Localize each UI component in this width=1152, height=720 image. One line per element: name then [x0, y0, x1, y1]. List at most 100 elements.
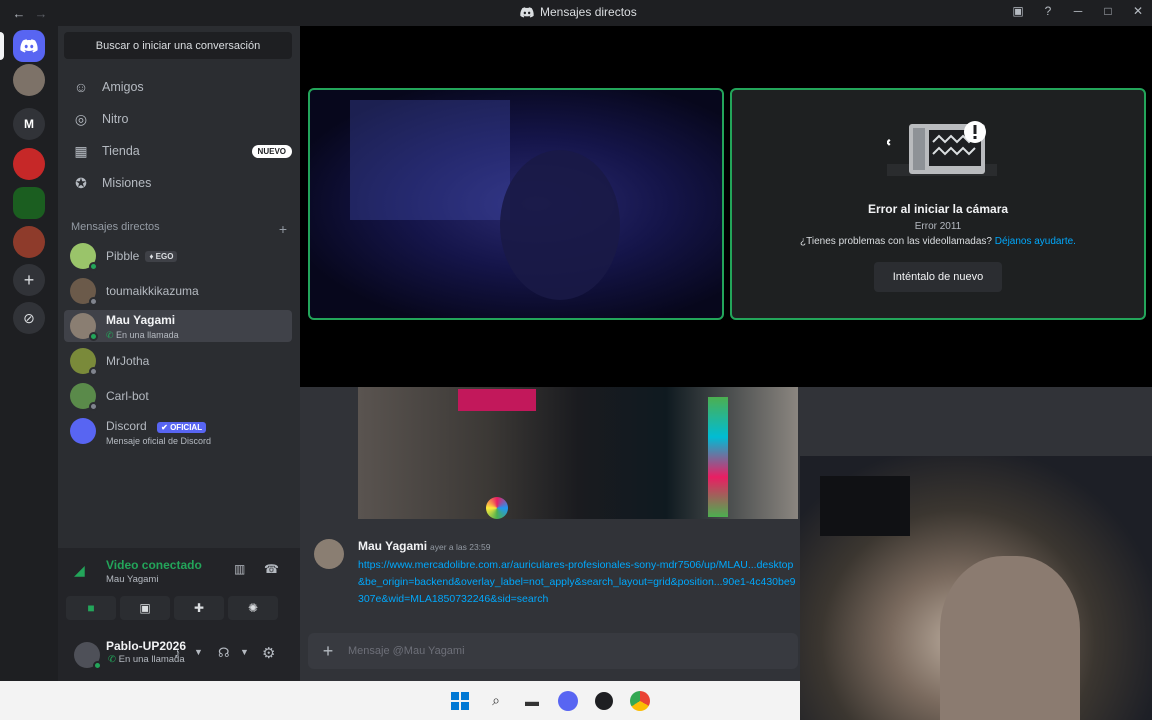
server-avatar[interactable]: [13, 64, 45, 96]
chevron-down-icon[interactable]: ▼: [240, 647, 249, 657]
history-nav: ← →: [0, 6, 48, 21]
webcam-microphone: [820, 476, 910, 536]
discord-icon: [520, 6, 534, 18]
forward-arrow-icon[interactable]: →: [34, 6, 48, 21]
window-title: Mensajes directos: [520, 5, 637, 19]
gear-icon[interactable]: ⚙: [262, 644, 275, 662]
discord-taskbar-icon[interactable]: [557, 690, 579, 712]
file-explorer-icon[interactable]: ▬: [521, 690, 543, 712]
search-input[interactable]: Buscar o iniciar una conversación: [64, 32, 292, 59]
shop-icon: ▦: [74, 142, 88, 159]
local-video-tile: ✖ Error al iniciar la cámara Error 2011 …: [730, 88, 1146, 320]
video-person: [500, 150, 620, 300]
server-game[interactable]: [13, 226, 45, 258]
official-tag: ✔ OFICIAL: [157, 421, 207, 433]
message-avatar[interactable]: [314, 539, 344, 569]
title-bar: ← → Mensajes directos ▣ ? ─ □ ✕: [0, 0, 1152, 26]
disconnect-icon[interactable]: ☎: [264, 562, 279, 576]
camera-error-icon: ✖: [887, 121, 997, 176]
app-taskbar-icon[interactable]: [593, 690, 615, 712]
add-dm-button[interactable]: +: [279, 221, 287, 237]
dm-item-toumaikkikazuma[interactable]: toumaikkikazuma: [64, 275, 292, 307]
discord-logo-icon: [20, 39, 38, 53]
chevron-down-icon[interactable]: ▼: [194, 647, 203, 657]
avatar: [70, 418, 96, 444]
monitor-image: [458, 389, 536, 411]
nav-nitro[interactable]: ◎ Nitro: [66, 104, 292, 134]
search-icon[interactable]: ⌕: [485, 690, 507, 712]
phone-icon: ✆: [106, 330, 117, 340]
message-timestamp: ayer a las 23:59: [430, 542, 491, 552]
webcam-person: [940, 556, 1080, 720]
user-panel: Pablo-UP2026 ✆ En una llamada ♪ ▼ ☊ ▼ ⚙: [58, 633, 300, 681]
retry-button[interactable]: Inténtalo de nuevo: [874, 262, 1002, 292]
chrome-icon[interactable]: [629, 690, 651, 712]
dm-item-mau-yagami[interactable]: Mau Yagami ✆ En una llamada: [64, 310, 292, 342]
call-stage: ✖ Error al iniciar la cámara Error 2011 …: [300, 26, 1152, 387]
quests-icon: ✪: [75, 174, 87, 191]
camera-button[interactable]: ■: [66, 596, 116, 620]
dm-item-mrjotha[interactable]: MrJotha: [64, 345, 292, 377]
activities-button[interactable]: ✚: [174, 596, 224, 620]
dm-item-carl-bot[interactable]: Carl-bot: [64, 380, 292, 412]
fan-strip: [708, 397, 728, 517]
help-icon[interactable]: ?: [1040, 4, 1056, 18]
window-controls: ▣ ? ─ □ ✕: [1010, 4, 1146, 18]
window-title-text: Mensajes directos: [540, 5, 637, 19]
soundboard-icon: ✺: [247, 601, 259, 615]
nav-shop[interactable]: ▦ Tienda NUEVO: [66, 136, 292, 166]
webcam-overlay: [800, 456, 1152, 720]
nav-quests[interactable]: ✪ Misiones: [66, 168, 292, 198]
dm-header: Mensajes directos +: [71, 221, 287, 237]
message-input[interactable]: Mensaje @Mau Yagami: [348, 645, 465, 657]
microphone-icon[interactable]: ♪: [174, 645, 181, 660]
message-link[interactable]: https://www.mercadolibre.com.ar/auricula…: [358, 557, 800, 609]
remote-video-tile[interactable]: [308, 88, 724, 320]
fan-light: [486, 497, 508, 519]
embed-image[interactable]: [358, 387, 798, 519]
server-rail: M + ⊘: [0, 26, 58, 681]
dm-item-pibble[interactable]: Pibble ♦ EGO: [64, 240, 292, 272]
message-composer[interactable]: + Mensaje @Mau Yagami: [308, 633, 798, 669]
add-server-button[interactable]: +: [13, 264, 45, 296]
taskbar: ⌕ ▬: [0, 681, 800, 720]
avatar: [70, 313, 98, 341]
minimize-button[interactable]: ─: [1070, 4, 1086, 18]
headphones-icon[interactable]: ☊: [218, 645, 230, 661]
screen-share-button[interactable]: ▣: [120, 596, 170, 620]
message-author[interactable]: Mau Yagami: [358, 539, 427, 553]
nitro-icon: ◎: [74, 110, 88, 127]
windows-start-icon[interactable]: [449, 690, 471, 712]
screen-share-icon: ▣: [139, 601, 151, 615]
server-green[interactable]: [13, 187, 45, 219]
server-m[interactable]: M: [13, 108, 45, 140]
home-button[interactable]: [13, 30, 45, 62]
noise-suppression-icon[interactable]: ▥: [234, 562, 245, 576]
avatar: [70, 383, 98, 411]
avatar: [70, 278, 98, 306]
camera-icon: ■: [87, 601, 95, 615]
help-link[interactable]: Déjanos ayudarte.: [995, 236, 1076, 247]
voice-panel: ◢ Video conectado Mau Yagami ▥ ☎ ■ ▣ ✚ ✺: [58, 548, 300, 633]
phone-icon: ✆: [108, 654, 119, 665]
activities-icon: ✚: [193, 601, 205, 615]
close-button[interactable]: ✕: [1130, 4, 1146, 18]
explore-button[interactable]: ⊘: [13, 302, 45, 334]
signal-icon: ◢: [74, 562, 85, 578]
ego-tag: ♦ EGO: [145, 250, 178, 262]
back-arrow-icon[interactable]: ←: [12, 6, 26, 21]
new-badge: NUEVO: [251, 144, 292, 158]
maximize-button[interactable]: □: [1100, 4, 1116, 18]
nav-friends[interactable]: ☺ Amigos: [66, 72, 292, 102]
video-content: [350, 100, 510, 220]
dm-item-discord[interactable]: Discord ✔ OFICIAL Mensaje oficial de Dis…: [64, 415, 292, 447]
avatar: [70, 243, 98, 271]
attach-button[interactable]: +: [308, 641, 348, 662]
user-avatar[interactable]: [74, 642, 102, 670]
svg-text:✖: ✖: [887, 138, 891, 149]
server-red[interactable]: [13, 148, 45, 180]
soundboard-button[interactable]: ✺: [228, 596, 278, 620]
avatar: [70, 348, 98, 376]
inbox-icon[interactable]: ▣: [1010, 4, 1026, 18]
selected-indicator: [0, 32, 4, 60]
